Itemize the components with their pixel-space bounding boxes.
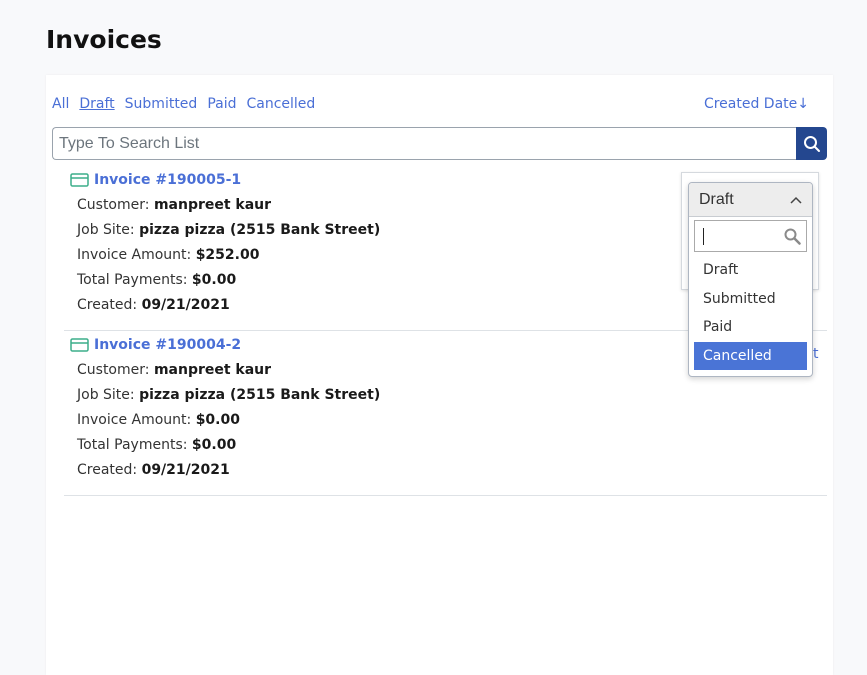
status-dropdown: Draft Draft Submitted Paid Cancelled [688,182,813,377]
status-search-input[interactable] [694,220,807,252]
credit-card-icon [70,338,89,352]
invoice-amount: Invoice Amount: $0.00 [77,412,240,428]
invoice-created: Created: 09/21/2021 [77,462,230,478]
invoice-title-link[interactable]: Invoice #190004-2 [94,337,241,353]
search-icon [803,135,820,152]
filter-cancelled[interactable]: Cancelled [246,96,315,112]
chevron-up-icon [790,196,802,204]
invoice-amount: Invoice Amount: $252.00 [77,247,260,263]
invoice-job-site: Job Site: pizza pizza (2515 Bank Street) [77,222,381,238]
status-options-list: Draft Submitted Paid Cancelled [694,256,807,370]
filter-draft[interactable]: Draft [79,96,114,112]
status-option-draft[interactable]: Draft [694,256,807,285]
sort-created-date[interactable]: Created Date↓ [704,96,809,112]
search-input[interactable] [52,127,796,160]
search-bar [52,127,827,160]
status-select-toggle[interactable]: Draft [689,183,812,217]
invoice-job-site: Job Site: pizza pizza (2515 Bank Street) [77,387,381,403]
filter-paid[interactable]: Paid [207,96,236,112]
text-cursor [703,228,704,245]
invoice-customer: Customer: manpreet kaur [77,197,272,213]
status-option-paid[interactable]: Paid [694,313,807,342]
invoice-created: Created: 09/21/2021 [77,297,230,313]
filter-submitted[interactable]: Submitted [125,96,198,112]
credit-card-icon [70,173,89,187]
search-button[interactable] [796,127,827,160]
page-title: Invoices [46,25,162,54]
magnifier-icon [784,228,801,245]
status-filter-tabs: All Draft Submitted Paid Cancelled [52,96,315,112]
invoice-total-payments: Total Payments: $0.00 [77,437,237,453]
status-selected-value: Draft [699,190,734,208]
status-option-cancelled[interactable]: Cancelled [694,341,807,370]
invoice-customer: Customer: manpreet kaur [77,362,272,378]
filter-all[interactable]: All [52,96,69,112]
status-option-submitted[interactable]: Submitted [694,285,807,314]
invoice-title-link[interactable]: Invoice #190005-1 [94,172,241,188]
invoice-total-payments: Total Payments: $0.00 [77,272,237,288]
partially-hidden-link[interactable]: t [813,346,819,362]
